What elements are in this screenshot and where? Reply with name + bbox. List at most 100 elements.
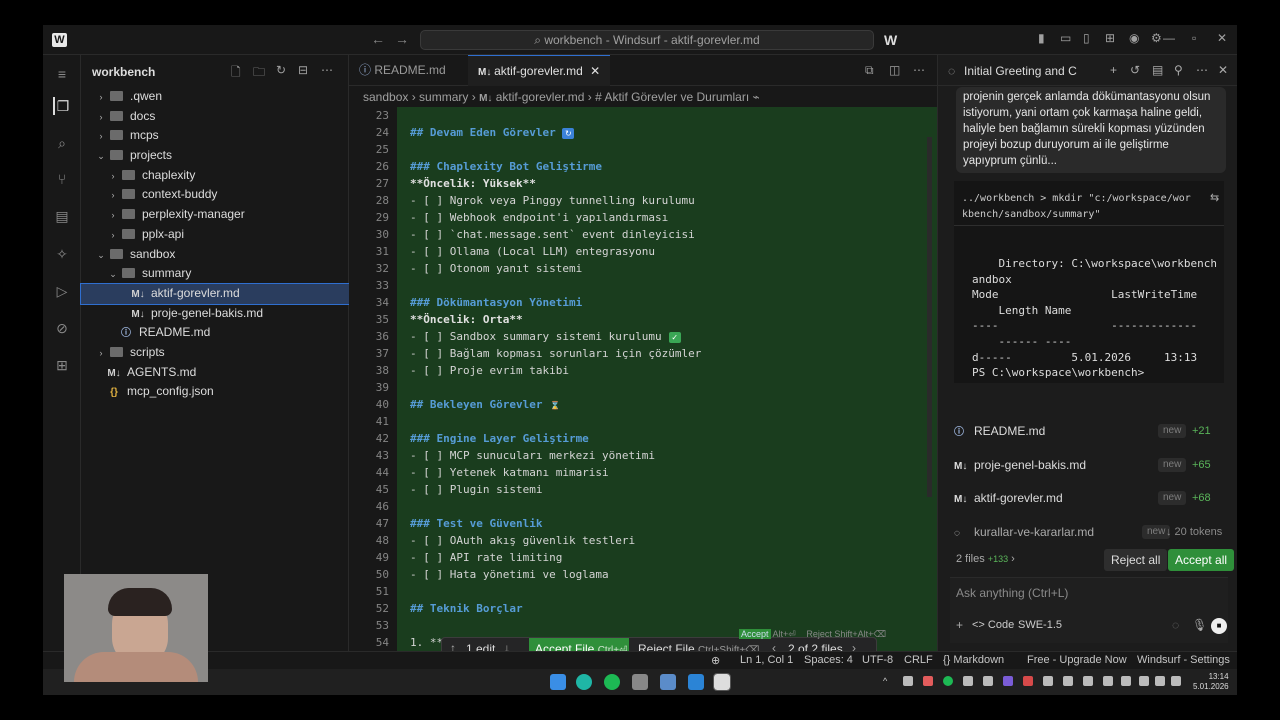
close-panel-icon[interactable]: ✕	[1218, 63, 1228, 77]
stop-icon[interactable]: ■	[1211, 618, 1227, 634]
tree-item[interactable]: › context-buddy	[81, 185, 349, 205]
command-center[interactable]: ⌕ workbench - Windsurf - aktif-gorevler.…	[420, 30, 874, 50]
tree-item[interactable]: M↓ aktif-gorevler.md	[80, 282, 350, 305]
remote-icon[interactable]: ⊘	[53, 319, 71, 337]
tray-icon[interactable]	[983, 676, 993, 686]
breadcrumb-item[interactable]: summary	[419, 90, 468, 104]
windsurf-icon[interactable]	[713, 673, 731, 691]
notepad-icon[interactable]	[632, 674, 648, 690]
edge-icon[interactable]	[576, 674, 592, 690]
clipboard-icon[interactable]: ▤	[1152, 63, 1163, 77]
reject-all-button[interactable]: Reject all	[1104, 549, 1168, 571]
tray-icon[interactable]	[1023, 676, 1033, 686]
refresh-icon[interactable]: ↻	[276, 63, 286, 77]
vscode-icon[interactable]	[688, 674, 704, 690]
tray-icon[interactable]	[1063, 676, 1073, 686]
language-mode[interactable]: {} Markdown	[943, 654, 1004, 666]
settings-gear-icon[interactable]: ⚙	[1151, 31, 1162, 45]
windsurf-settings[interactable]: Windsurf - Settings	[1137, 654, 1230, 666]
breadcrumb-item[interactable]: # Aktif Görevler ve Durumları	[595, 90, 749, 104]
map-icon[interactable]: ▤	[53, 207, 71, 225]
search-icon[interactable]: ⌕	[53, 134, 71, 152]
open-preview-icon[interactable]: ⧉	[865, 55, 874, 86]
more-icon[interactable]: ⋯	[321, 63, 333, 77]
toggle-aux-icon[interactable]: ▯	[1083, 31, 1090, 45]
tray-icon[interactable]	[1083, 676, 1093, 686]
editor-scrollbar[interactable]	[927, 137, 932, 497]
new-chat-icon[interactable]: +	[1110, 63, 1117, 77]
add-context-icon[interactable]: +	[956, 618, 963, 632]
layout-icon[interactable]: ⊞	[1105, 31, 1115, 45]
app-icon[interactable]	[660, 674, 676, 690]
encoding[interactable]: UTF-8	[862, 654, 893, 666]
accept-all-button[interactable]: Accept all	[1168, 549, 1235, 571]
collapse-all-icon[interactable]: ⊟	[298, 63, 308, 77]
microphone-icon[interactable]: 🎙	[1192, 618, 1207, 632]
tree-item[interactable]: {} mcp_config.json	[81, 382, 349, 402]
forward-icon[interactable]: →	[395, 31, 409, 47]
tree-item[interactable]: › docs	[81, 107, 349, 127]
tray-icon[interactable]	[1121, 676, 1131, 686]
tree-item[interactable]: ⌄ projects	[81, 146, 349, 166]
history-icon[interactable]: ↺	[1130, 63, 1140, 77]
tree-item[interactable]: ⌄ sandbox	[81, 245, 349, 265]
indentation[interactable]: Spaces: 4	[804, 654, 853, 666]
tree-item[interactable]: M↓ proje-genel-bakis.md	[81, 304, 349, 324]
chevron-up-icon[interactable]: ^	[883, 676, 893, 686]
tray-icon[interactable]	[1043, 676, 1053, 686]
close-tab-icon[interactable]: ✕	[590, 64, 600, 78]
terminal-open-icon[interactable]: ⇆	[1210, 191, 1219, 204]
minimize-icon[interactable]: —	[1163, 31, 1175, 45]
files-summary[interactable]: 2 files +133 ›	[956, 553, 1015, 565]
spotify-icon[interactable]	[604, 674, 620, 690]
toggle-sidebar-icon[interactable]: ▮	[1038, 31, 1045, 45]
tray-icon[interactable]	[963, 676, 973, 686]
source-control-icon[interactable]: ⑂	[53, 170, 71, 188]
account-icon[interactable]: ◉	[1129, 31, 1139, 45]
maximize-icon[interactable]: ▫	[1192, 31, 1196, 45]
changed-file-item[interactable]: M↓ proje-genel-bakis.md new +65	[954, 448, 1224, 482]
close-window-icon[interactable]: ✕	[1217, 31, 1227, 45]
new-folder-icon[interactable]: 🗀	[253, 63, 265, 84]
tray-icon[interactable]	[923, 676, 933, 686]
tree-item[interactable]: › pplx-api	[81, 225, 349, 245]
upgrade-link[interactable]: Free - Upgrade Now	[1027, 654, 1127, 666]
cursor-position[interactable]: Ln 1, Col 1	[740, 654, 793, 666]
tray-icon[interactable]	[1003, 676, 1013, 686]
start-icon[interactable]	[550, 674, 566, 690]
tree-item[interactable]: › scripts	[81, 343, 349, 363]
line-ending[interactable]: CRLF	[904, 654, 933, 666]
plug-icon[interactable]: ⚲	[1174, 63, 1183, 77]
toggle-panel-icon[interactable]: ▭	[1060, 31, 1071, 45]
zoom-icon[interactable]: ⊕	[711, 654, 720, 667]
breadcrumb-item[interactable]: sandbox	[363, 90, 408, 104]
wifi-icon[interactable]	[1139, 676, 1149, 686]
changed-file-item[interactable]: ⓘ README.md new +21	[954, 414, 1224, 448]
chat-input[interactable]: Ask anything (Ctrl+L)	[956, 586, 1068, 600]
tree-item[interactable]: › .qwen	[81, 87, 349, 107]
extensions-icon[interactable]: ⊞	[53, 356, 71, 374]
changed-file-item[interactable]: M↓ aktif-gorevler.md new +68	[954, 481, 1224, 515]
code-editor[interactable]: 23 24 25 26 27 28 29 30 31 32 33 34 35 36 37 38 39 40 41 42…	[349, 107, 937, 651]
back-icon[interactable]: ←	[371, 31, 385, 47]
conversation-title[interactable]: Initial Greeting and C	[964, 64, 1077, 78]
tree-item[interactable]: › perplexity-manager	[81, 205, 349, 225]
mode-selector[interactable]: <> Code	[972, 619, 1014, 631]
more-icon[interactable]: ⋯	[1196, 63, 1208, 77]
tree-item[interactable]: › chaplexity	[81, 166, 349, 186]
model-selector[interactable]: SWE-1.5	[1018, 619, 1062, 631]
volume-icon[interactable]	[1155, 676, 1165, 686]
changed-file-item[interactable]: ◌ kurallar-ve-kararlar.md new ↓ 20 tokens	[954, 515, 1224, 549]
tray-icon[interactable]	[903, 676, 913, 686]
battery-icon[interactable]	[1171, 676, 1181, 686]
breadcrumb-item[interactable]: aktif-gorevler.md	[496, 90, 585, 104]
tree-item[interactable]: M↓ AGENTS.md	[81, 363, 349, 383]
more-actions-icon[interactable]: ⋯	[913, 55, 925, 86]
tab-aktif-gorevler[interactable]: M↓ aktif-gorevler.md ✕	[468, 55, 610, 86]
menu-icon[interactable]: ≡	[53, 65, 71, 83]
tree-item[interactable]: › mcps	[81, 126, 349, 146]
tab-readme[interactable]: ⓘ README.md	[349, 55, 468, 86]
extensions-ai-icon[interactable]: ✧	[53, 245, 71, 263]
explorer-icon[interactable]: ❐	[53, 97, 71, 115]
tray-icon[interactable]	[1103, 676, 1113, 686]
